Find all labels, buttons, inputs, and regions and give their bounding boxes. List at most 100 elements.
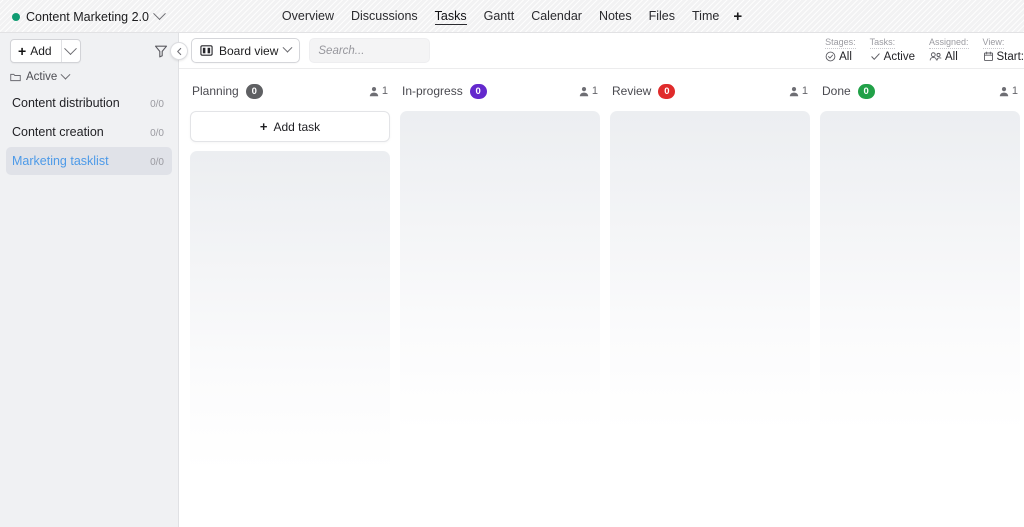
sidebar-toolbar: + Add xyxy=(0,33,178,69)
board-toolbar: Board view Stages: All Tasks: xyxy=(179,33,1024,69)
add-tab-icon[interactable]: + xyxy=(733,9,742,24)
people-icon xyxy=(929,52,942,61)
plus-icon: + xyxy=(259,119,268,134)
view-selector-label: Board view xyxy=(219,43,279,58)
column-assignee-count[interactable]: 1 xyxy=(579,85,598,97)
filter-tasks-value: Active xyxy=(883,50,915,63)
assignee-count-label: 1 xyxy=(801,85,808,97)
tasklist-count: 0/0 xyxy=(150,157,164,168)
tasklist-count: 0/0 xyxy=(150,128,164,139)
sidebar-item-content-creation[interactable]: Content creation 0/0 xyxy=(6,118,172,146)
tab-time[interactable]: Time xyxy=(692,9,719,24)
sidebar-item-marketing-tasklist[interactable]: Marketing tasklist 0/0 xyxy=(6,147,172,175)
sidebar: + Add Active Content distribution 0/0 Co… xyxy=(0,33,179,527)
check-circle-icon xyxy=(825,51,836,62)
assignee-count-label: 1 xyxy=(591,85,598,97)
tasklist-progress: 0/0 xyxy=(150,123,164,141)
column-title: In-progress xyxy=(402,84,463,98)
filter-tasks[interactable]: Tasks: Active xyxy=(869,36,915,63)
folder-active[interactable]: Active xyxy=(0,69,178,89)
tab-notes[interactable]: Notes xyxy=(599,9,632,24)
search-input[interactable] xyxy=(318,44,422,57)
filter-stages-value-row: All xyxy=(825,51,856,63)
board-filters: Stages: All Tasks: Active Assigned: All … xyxy=(825,33,1024,69)
chevron-left-icon xyxy=(176,47,181,55)
plus-icon: + xyxy=(18,43,27,59)
tasklist-count: 0/0 xyxy=(150,99,164,110)
main-navigation: Overview Discussions Tasks Gantt Calenda… xyxy=(0,0,1024,33)
app-root: Content Marketing 2.0 Overview Discussio… xyxy=(0,0,1024,527)
add-button-label: Add xyxy=(30,44,52,58)
column-header: In-progress 0 1 xyxy=(400,81,600,101)
board-column-planning: Planning 0 1 + Add task xyxy=(190,81,390,527)
board-columns: Planning 0 1 + Add task In-progress 0 1 … xyxy=(179,69,1024,527)
add-button-main[interactable]: + Add xyxy=(11,40,61,62)
column-title: Planning xyxy=(192,84,239,98)
tasklist-label: Content creation xyxy=(12,125,104,139)
filter-stages-key: Stages: xyxy=(825,36,856,49)
folder-icon xyxy=(10,73,21,81)
tab-gantt[interactable]: Gantt xyxy=(484,9,515,24)
task-list-placeholder xyxy=(820,111,1020,431)
column-assignee-count[interactable]: 1 xyxy=(369,85,388,97)
tasklist-progress: 0/0 xyxy=(150,94,164,112)
filter-view[interactable]: View: Start: xyxy=(982,36,1024,63)
add-task-button[interactable]: + Add task xyxy=(190,111,390,142)
filter-assigned[interactable]: Assigned: All xyxy=(928,36,969,63)
tasklist-label: Marketing tasklist xyxy=(12,154,109,168)
add-button[interactable]: + Add xyxy=(10,39,81,63)
calendar-icon xyxy=(983,51,993,61)
add-button-dropdown[interactable] xyxy=(60,40,80,62)
filter-view-value-row: Start: xyxy=(983,51,1024,63)
tab-calendar[interactable]: Calendar xyxy=(531,9,582,24)
filter-view-key: View: xyxy=(982,36,1005,49)
column-title: Done xyxy=(822,84,851,98)
column-assignee-count[interactable]: 1 xyxy=(999,85,1018,97)
top-bar: Content Marketing 2.0 Overview Discussio… xyxy=(0,0,1024,33)
person-icon xyxy=(369,86,379,96)
person-icon xyxy=(789,86,799,96)
tab-discussions[interactable]: Discussions xyxy=(351,9,418,24)
chevron-down-icon xyxy=(60,69,71,80)
chevron-down-icon xyxy=(282,42,293,53)
check-icon xyxy=(870,53,880,60)
filter-icon[interactable] xyxy=(154,44,168,58)
sidebar-collapse-button[interactable] xyxy=(170,42,188,60)
column-header: Planning 0 1 xyxy=(190,81,390,101)
board-column-review: Review 0 1 xyxy=(610,81,810,527)
filter-assigned-value-row: All xyxy=(929,51,969,63)
filter-assigned-key: Assigned: xyxy=(928,36,969,49)
task-list-placeholder xyxy=(610,111,810,431)
sidebar-item-content-distribution[interactable]: Content distribution 0/0 xyxy=(6,89,172,117)
view-selector-button[interactable]: Board view xyxy=(191,38,301,63)
filter-stages-value: All xyxy=(839,50,852,63)
column-count-badge: 0 xyxy=(658,83,676,99)
tab-overview[interactable]: Overview xyxy=(282,9,334,24)
column-assignee-count[interactable]: 1 xyxy=(789,85,808,97)
column-count-badge: 0 xyxy=(857,83,875,99)
column-count-badge: 0 xyxy=(245,83,263,99)
column-count-badge: 0 xyxy=(469,83,487,99)
person-icon xyxy=(999,86,1009,96)
task-list-placeholder xyxy=(190,151,390,471)
person-icon xyxy=(579,86,589,96)
assignee-count-label: 1 xyxy=(1011,85,1018,97)
tasklist-progress: 0/0 xyxy=(150,152,164,170)
board-column-in-progress: In-progress 0 1 xyxy=(400,81,600,527)
tab-files[interactable]: Files xyxy=(649,9,675,24)
chevron-down-icon xyxy=(64,41,77,55)
filter-assigned-value: All xyxy=(944,50,958,63)
filter-stages[interactable]: Stages: All xyxy=(825,37,856,63)
tasklist-label: Content distribution xyxy=(12,96,120,110)
board-column-done: Done 0 1 xyxy=(820,81,1020,527)
board-view-icon xyxy=(200,45,213,56)
column-header: Review 0 1 xyxy=(610,81,810,101)
tab-tasks[interactable]: Tasks xyxy=(434,9,467,25)
task-list-placeholder xyxy=(400,111,600,431)
folder-label: Active xyxy=(26,71,58,83)
column-header: Done 0 1 xyxy=(820,81,1020,101)
filter-tasks-key: Tasks: xyxy=(869,36,896,49)
filter-view-value: Start: xyxy=(996,50,1024,63)
filter-tasks-value-row: Active xyxy=(870,51,915,63)
search-box[interactable] xyxy=(309,38,431,63)
